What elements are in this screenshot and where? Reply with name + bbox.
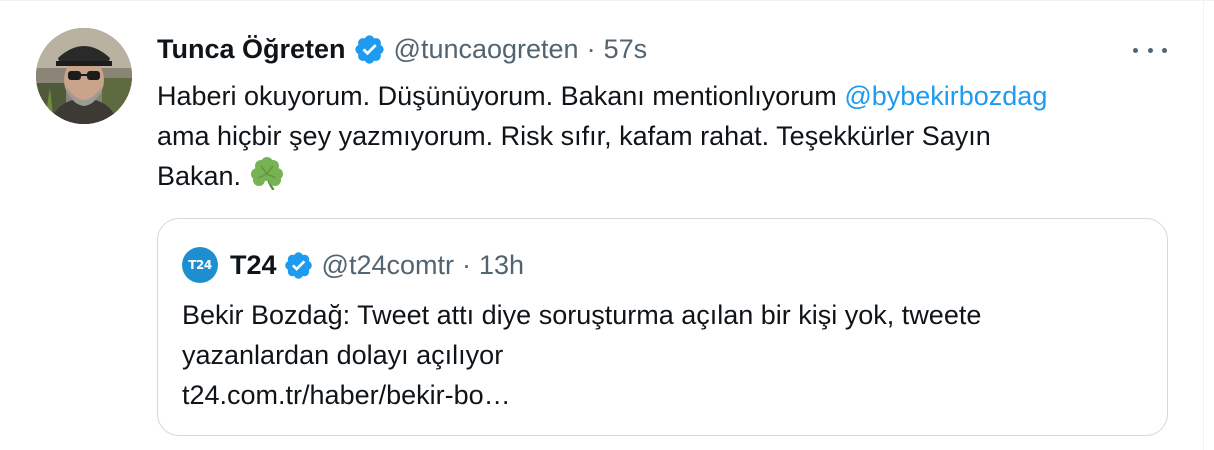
divider bbox=[1203, 0, 1204, 450]
clover-icon bbox=[251, 157, 284, 191]
quoted-text-line: yazanlardan dolayı açılıyor bbox=[182, 340, 504, 370]
tweet-text-line: Bakan. bbox=[157, 156, 1157, 196]
timestamp[interactable]: 57s bbox=[604, 34, 648, 65]
avatar-photo bbox=[36, 28, 132, 124]
quoted-avatar[interactable]: T24 bbox=[182, 247, 218, 283]
author-handle[interactable]: @tuncaogreten bbox=[394, 34, 579, 65]
quoted-author-name[interactable]: T24 bbox=[230, 250, 277, 281]
more-icon bbox=[1147, 47, 1153, 53]
separator: · bbox=[586, 33, 596, 64]
quoted-tweet-card[interactable]: T24 T24 @t24comtr · 13h Bekir Bozdağ: Tw… bbox=[157, 218, 1168, 436]
quoted-tweet-header: T24 T24 @t24comtr · 13h bbox=[182, 247, 524, 283]
quoted-link[interactable]: t24.com.tr/haber/bekir-bo… bbox=[182, 375, 981, 415]
tweet-text-segment: Haberi okuyorum. Düşünüyorum. Bakanı men… bbox=[157, 81, 845, 111]
more-options-button[interactable] bbox=[1133, 38, 1167, 62]
verified-badge-icon bbox=[284, 251, 312, 279]
tweet-header: Tunca Öğreten @tuncaogreten · 57s bbox=[157, 29, 647, 69]
quoted-author-handle[interactable]: @t24comtr bbox=[322, 250, 454, 281]
tweet-text-line: Haberi okuyorum. Düşünüyorum. Bakanı men… bbox=[157, 76, 1157, 116]
separator: · bbox=[461, 249, 471, 280]
quoted-text-line: Bekir Bozdağ: Tweet attı diye soruşturma… bbox=[182, 300, 982, 330]
more-icon bbox=[1133, 47, 1138, 53]
divider bbox=[0, 0, 1214, 1]
tweet-text-segment: Bakan. bbox=[157, 161, 242, 191]
quoted-timestamp[interactable]: 13h bbox=[479, 250, 524, 281]
avatar[interactable] bbox=[36, 28, 132, 124]
author-name[interactable]: Tunca Öğreten bbox=[157, 34, 346, 65]
tweet-text-line: ama hiçbir şey yazmıyorum. Risk sıfır, k… bbox=[157, 121, 991, 151]
verified-badge-icon bbox=[354, 34, 384, 64]
tweet-text: Haberi okuyorum. Düşünüyorum. Bakanı men… bbox=[157, 76, 1157, 196]
more-icon bbox=[1162, 47, 1167, 53]
tweet[interactable]: Tunca Öğreten @tuncaogreten · 57s Haberi… bbox=[0, 0, 1214, 450]
mention-link[interactable]: @bybekirbozdag bbox=[844, 81, 1047, 111]
quoted-tweet-text: Bekir Bozdağ: Tweet attı diye soruşturma… bbox=[182, 295, 981, 415]
